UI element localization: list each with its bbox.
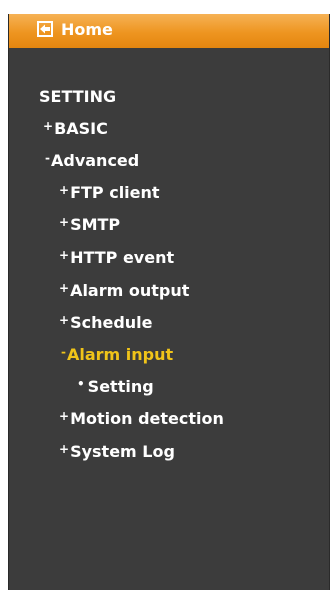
expand-icon: + — [59, 215, 70, 229]
menu-item-system-log[interactable]: +System Log — [59, 442, 175, 462]
menu-item-smtp[interactable]: +SMTP — [59, 215, 120, 235]
expand-icon: + — [59, 248, 70, 262]
collapse-icon: - — [61, 345, 66, 359]
menu-item-label: SMTP — [70, 215, 121, 234]
expand-icon: + — [59, 313, 70, 327]
expand-icon: + — [59, 281, 70, 295]
menu-item-setting[interactable]: • Setting — [77, 377, 154, 397]
menu-item-label: FTP client — [70, 183, 160, 202]
menu-item-schedule[interactable]: +Schedule — [59, 313, 153, 333]
menu-item-basic[interactable]: +BASIC — [43, 119, 108, 139]
menu-item-label: Motion detection — [70, 409, 224, 428]
expand-icon: + — [59, 409, 70, 423]
menu-item-label: Alarm input — [66, 345, 174, 364]
menu-item-label: HTTP event — [70, 248, 175, 267]
menu-item-label: Schedule — [70, 313, 153, 332]
menu-item-alarm-output[interactable]: +Alarm output — [59, 281, 189, 301]
menu-item-http-event[interactable]: +HTTP event — [59, 248, 174, 268]
menu-item-label: Advanced — [50, 151, 140, 170]
menu-item-motion-detection[interactable]: +Motion detection — [59, 409, 224, 429]
collapse-icon: - — [45, 151, 50, 165]
expand-icon: + — [59, 183, 70, 197]
bullet-icon: • — [77, 377, 85, 391]
menu-item-label: BASIC — [54, 119, 108, 138]
back-arrow-icon — [37, 21, 53, 37]
menu-item-advanced[interactable]: -Advanced — [45, 151, 139, 171]
menu-item-label: Alarm output — [70, 281, 190, 300]
menu-item-alarm-input[interactable]: -Alarm input — [61, 345, 173, 365]
navigation-panel: Home SETTING +BASIC -Advanced +FTP clien… — [8, 14, 330, 590]
expand-icon: + — [59, 442, 70, 456]
home-label: Home — [61, 20, 113, 39]
menu-item-ftp-client[interactable]: +FTP client — [59, 183, 160, 203]
menu-item-label: System Log — [70, 442, 175, 461]
expand-icon: + — [43, 119, 54, 133]
menu-title: SETTING — [39, 87, 117, 106]
home-button[interactable]: Home — [9, 14, 329, 48]
menu-item-label: Setting — [87, 377, 154, 396]
